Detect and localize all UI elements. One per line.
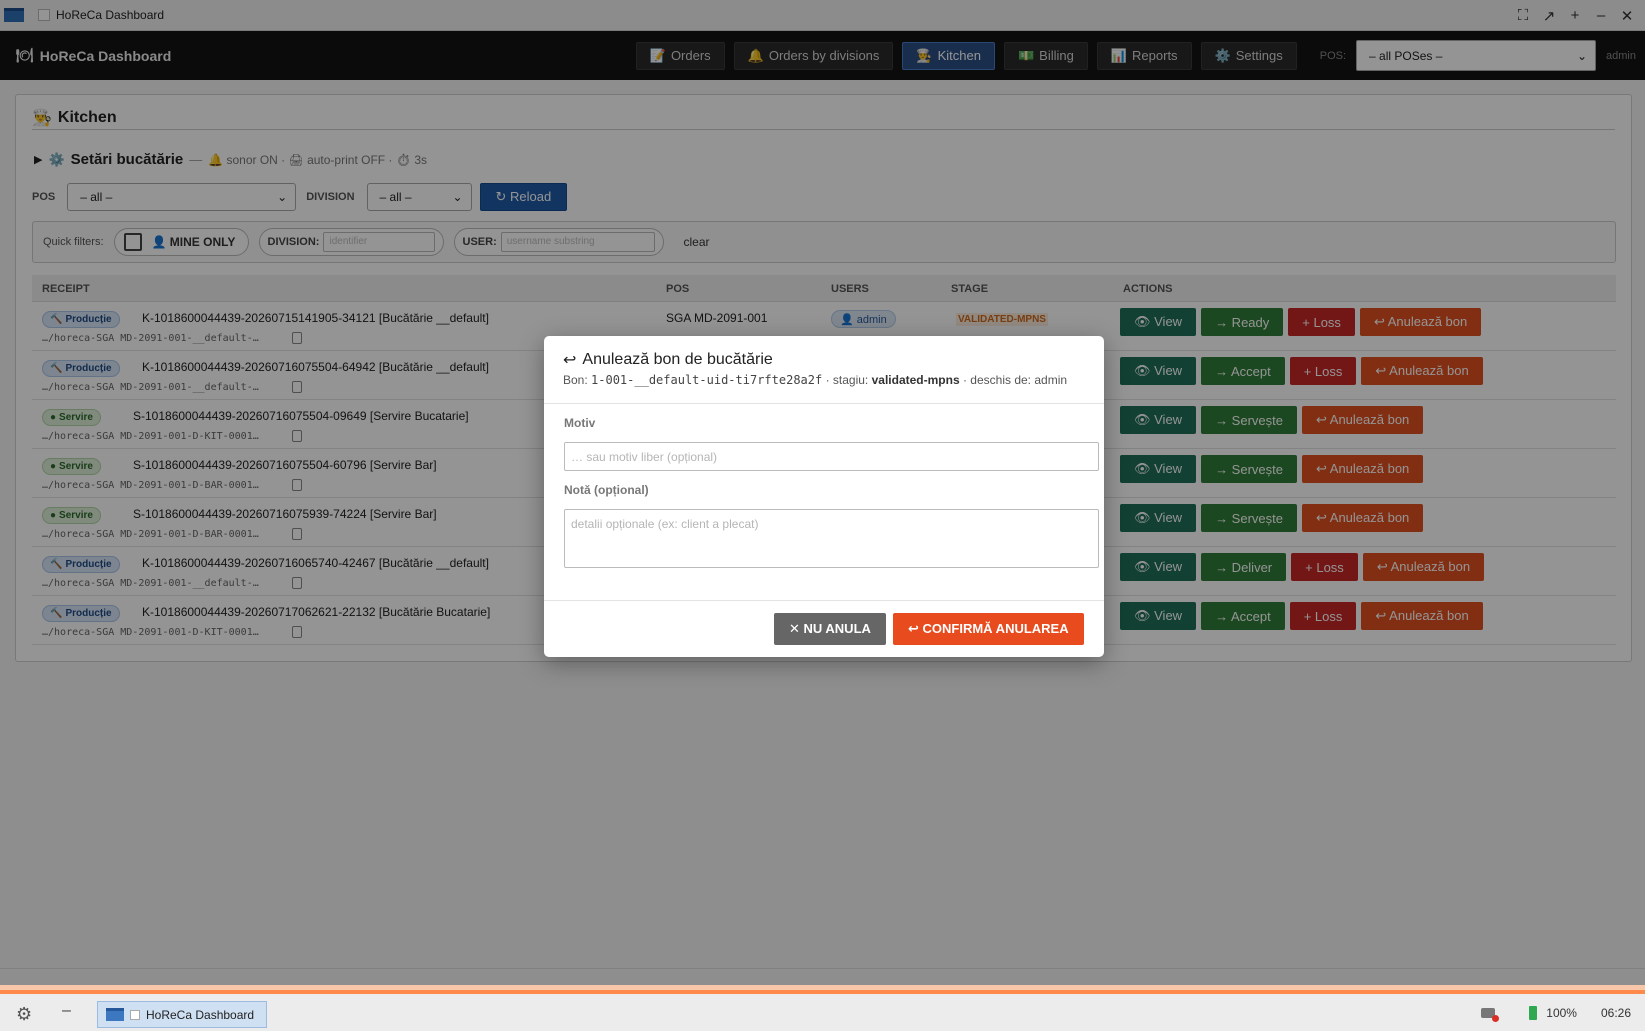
motiv-label: Motiv bbox=[564, 416, 596, 430]
network-icon[interactable] bbox=[1481, 1007, 1500, 1022]
undo-icon: ↩ bbox=[563, 352, 577, 369]
minimize-all-icon[interactable]: – bbox=[62, 1002, 71, 1020]
opened-by-label: · deschis de: bbox=[962, 373, 1032, 387]
dialog-title-label: Anulează bon de bucătărie bbox=[582, 351, 773, 368]
motiv-input[interactable]: … sau motiv liber (opțional) bbox=[564, 442, 1099, 471]
clock[interactable]: 06:26 bbox=[1601, 1006, 1631, 1020]
bon-label: Bon: bbox=[563, 373, 588, 387]
taskbar-accent bbox=[0, 985, 1645, 990]
nota-label: Notă (opțional) bbox=[564, 483, 649, 497]
taskbar-item-label: HoReCa Dashboard bbox=[146, 1007, 255, 1022]
battery-percent: 100% bbox=[1546, 1005, 1577, 1020]
taskbar: ⚙ – HoReCa Dashboard 100% 06:26 bbox=[0, 985, 1645, 1031]
bon-value: 1-001-__default-uid-ti7rfte28a2f bbox=[591, 373, 823, 387]
dialog-title: ↩ Anulează bon de bucătărie bbox=[563, 350, 773, 370]
dialog-subtitle: Bon: 1-001-__default-uid-ti7rfte28a2f · … bbox=[563, 373, 1067, 387]
stage-label: · stagiu: bbox=[825, 373, 869, 387]
confirm-cancel-button[interactable]: ↩ CONFIRMĂ ANULAREA bbox=[893, 613, 1084, 645]
page-icon bbox=[130, 1009, 140, 1020]
opened-by-value: admin bbox=[1034, 373, 1068, 387]
settings-gear-icon[interactable]: ⚙ bbox=[16, 1004, 32, 1025]
dialog-header: ↩ Anulează bon de bucătărie Bon: 1-001-_… bbox=[544, 336, 1104, 404]
cancel-receipt-dialog: ↩ Anulează bon de bucătărie Bon: 1-001-_… bbox=[544, 336, 1104, 657]
stage-value: validated-mpns bbox=[871, 373, 960, 387]
no-cancel-button[interactable]: ✕ NU ANULA bbox=[774, 613, 886, 645]
dialog-footer: ✕ NU ANULA ↩ CONFIRMĂ ANULAREA bbox=[544, 600, 1104, 657]
taskbar-item-horeca[interactable]: HoReCa Dashboard bbox=[97, 1001, 267, 1028]
nota-textarea[interactable]: detalii opționale (ex: client a plecat) bbox=[564, 509, 1099, 568]
battery-icon[interactable] bbox=[1529, 1005, 1538, 1020]
folder-icon bbox=[106, 1008, 124, 1021]
system-tray: 100% 06:26 bbox=[1481, 994, 1645, 1031]
